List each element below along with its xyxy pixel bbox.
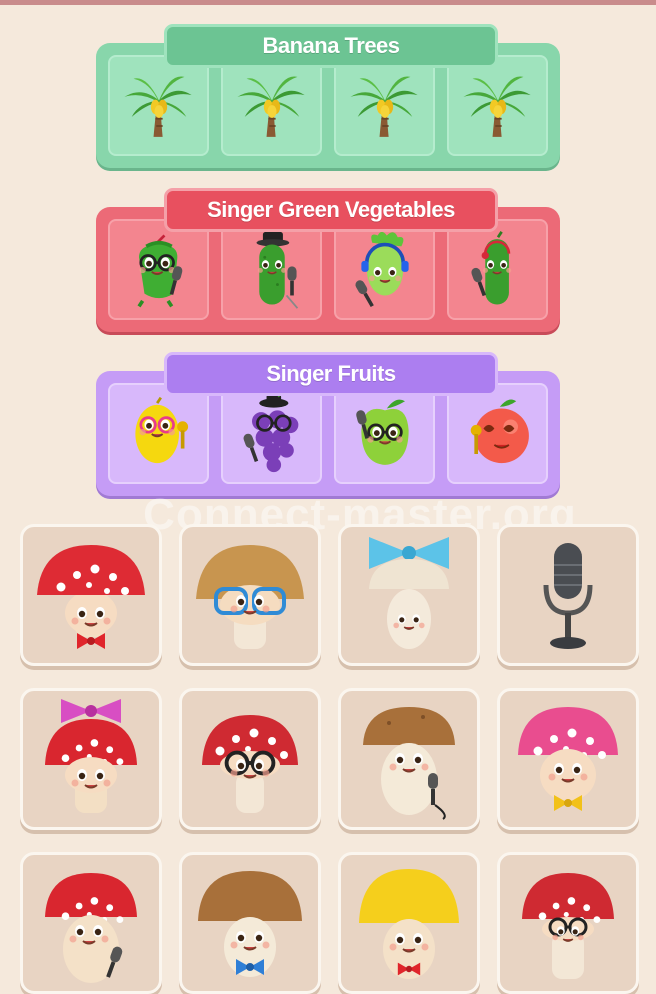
- tile-glasses-red-mushroom[interactable]: [179, 688, 321, 830]
- group-card-singing-celery: [334, 219, 435, 320]
- singing-celery-icon: [353, 231, 409, 308]
- red-mushroom-microphone-icon: [45, 873, 137, 983]
- tile-pink-mushroom-bowtie[interactable]: [497, 688, 639, 830]
- bow-mushroom-icon: [369, 537, 449, 649]
- category-title-singer-green-vegetables: Singer Green Vegetables: [164, 188, 498, 232]
- banana-tree-icon: [349, 75, 419, 138]
- bow-red-mushroom-icon: [45, 699, 137, 813]
- pink-mushroom-bowtie-icon: [518, 707, 618, 811]
- category-title-singer-fruits: Singer Fruits: [164, 352, 498, 396]
- tile-microphone[interactable]: [497, 524, 639, 666]
- group-card-banana-tree: [221, 55, 322, 156]
- group-card-banana-tree: [108, 55, 209, 156]
- tile-red-mushroom-microphone[interactable]: [20, 852, 162, 994]
- tile-yellow-mushroom[interactable]: [338, 852, 480, 994]
- group-card-banana-tree: [334, 55, 435, 156]
- singing-peach-icon: [470, 398, 529, 463]
- tile-brown-mushroom-bowtie[interactable]: [179, 852, 321, 994]
- banana-tree-icon: [236, 75, 306, 138]
- group-card-singing-lemon: [108, 383, 209, 484]
- banana-tree-icon: [462, 75, 532, 138]
- tile-red-mushroom-glasses[interactable]: [497, 852, 639, 994]
- singing-lemon-icon: [134, 396, 188, 463]
- top-border: [0, 0, 656, 5]
- group-card-singing-pepper: [108, 219, 209, 320]
- group-card-singing-peach: [447, 383, 548, 484]
- group-card-singing-cucumber: [447, 219, 548, 320]
- microphone-icon: [543, 543, 593, 649]
- group-card-singing-grapes: [221, 383, 322, 484]
- category-title-banana-trees: Banana Trees: [164, 24, 498, 68]
- tile-brown-mushroom-microphone[interactable]: [338, 688, 480, 830]
- group-card-singing-apple: [334, 383, 435, 484]
- tile-red-mushroom-bowtie[interactable]: [20, 524, 162, 666]
- singing-grapes-icon: [241, 390, 298, 472]
- tile-bow-mushroom[interactable]: [338, 524, 480, 666]
- red-mushroom-glasses-icon: [522, 873, 614, 979]
- brown-mushroom-microphone-icon: [363, 707, 455, 820]
- group-card-singing-cucumber-hat: [221, 219, 322, 320]
- singing-apple-icon: [354, 399, 409, 465]
- singing-pepper-icon: [136, 233, 183, 307]
- group-card-banana-tree: [447, 55, 548, 156]
- tile-glasses-mushroom[interactable]: [179, 524, 321, 666]
- singing-cucumber-icon: [469, 230, 512, 305]
- glasses-red-mushroom-icon: [202, 715, 298, 813]
- yellow-mushroom-icon: [359, 869, 459, 979]
- glasses-mushroom-icon: [196, 545, 304, 649]
- red-mushroom-bowtie-icon: [37, 545, 145, 649]
- brown-mushroom-bowtie-icon: [198, 871, 302, 977]
- singing-cucumber-icon: [256, 231, 298, 309]
- tile-bow-red-mushroom[interactable]: [20, 688, 162, 830]
- banana-tree-icon: [123, 75, 193, 138]
